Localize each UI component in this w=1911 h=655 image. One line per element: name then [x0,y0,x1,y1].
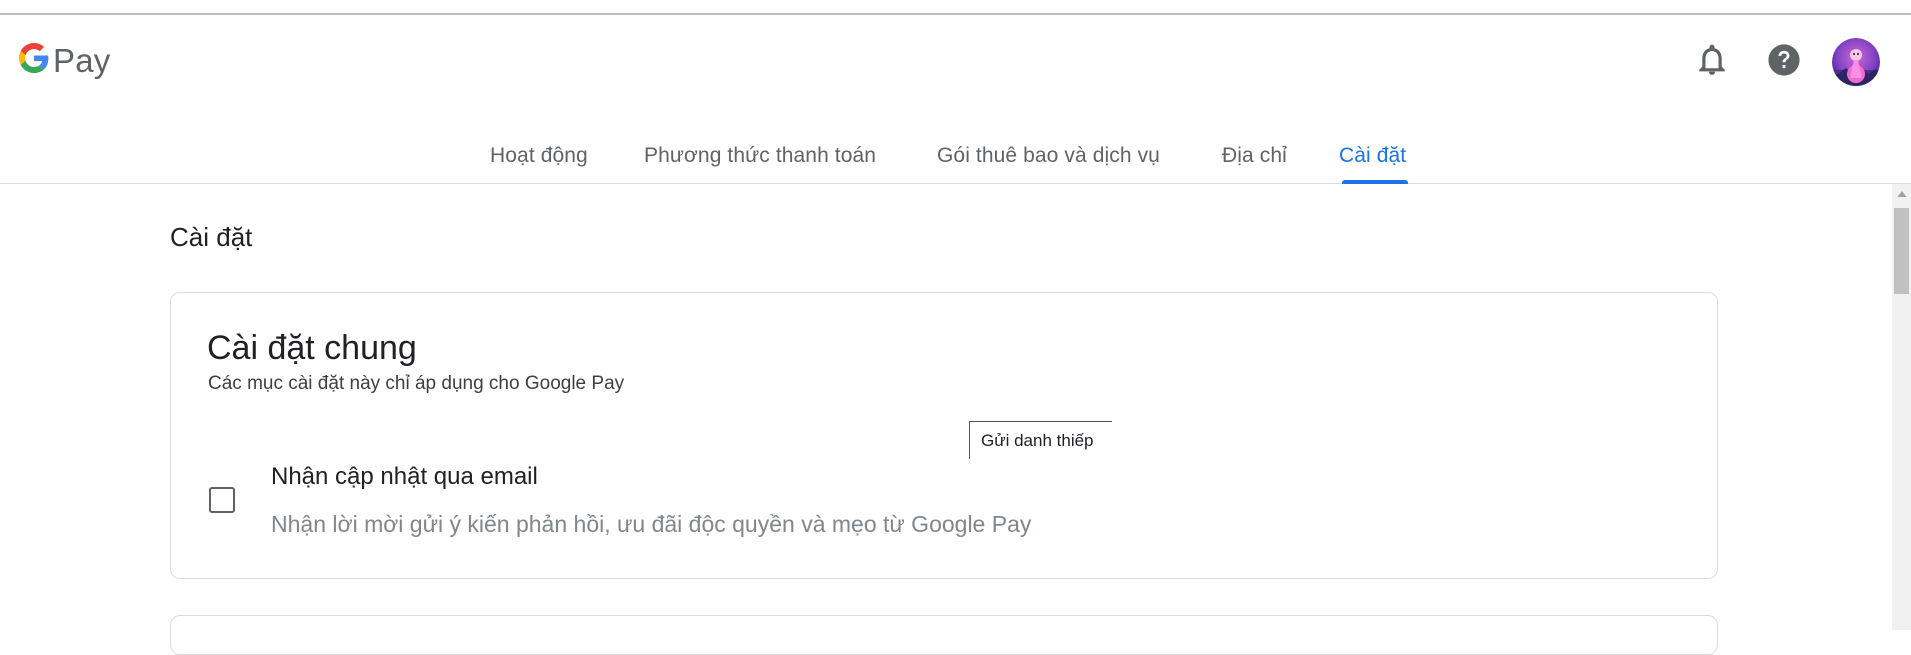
tab-subscriptions-services[interactable]: Gói thuê bao và dịch vụ [937,144,1160,168]
tab-activity[interactable]: Hoạt động [490,144,588,168]
navigation-tabs: Hoạt động Phương thức thanh toán Gói thu… [0,110,1911,184]
notifications-button[interactable] [1692,42,1732,82]
next-settings-card [170,615,1718,655]
active-tab-indicator [1342,180,1408,184]
tab-addresses[interactable]: Địa chỉ [1222,144,1287,168]
tab-payment-methods[interactable]: Phương thức thanh toán [644,144,876,168]
app-header: Pay [0,15,1911,110]
logo-pay-text: Pay [53,42,111,79]
account-avatar[interactable] [1832,38,1880,86]
general-settings-subtitle: Các mục cài đặt này chỉ áp dụng cho Goog… [208,373,625,394]
bell-icon [1698,44,1726,81]
email-updates-checkbox[interactable] [209,487,235,513]
email-updates-description: Nhận lời mời gửi ý kiến phản hồi, ưu đãi… [271,511,1032,537]
vertical-scrollbar[interactable] [1892,184,1911,630]
google-pay-logo[interactable]: Pay [19,43,110,78]
google-g-logo-icon [19,43,49,78]
page-title: Cài đặt [170,222,253,252]
email-updates-label[interactable]: Nhận cập nhật qua email [271,463,538,491]
help-button[interactable] [1764,42,1804,82]
general-settings-title: Cài đặt chung [207,329,417,367]
general-settings-card: Cài đặt chung Các mục cài đặt này chỉ áp… [170,292,1718,579]
help-icon [1767,43,1801,82]
tab-settings[interactable]: Cài đặt [1339,144,1406,168]
tooltip: Gửi danh thiếp [969,421,1112,459]
scroll-up-arrow-icon[interactable] [1892,190,1911,204]
scrollbar-thumb[interactable] [1894,208,1909,294]
